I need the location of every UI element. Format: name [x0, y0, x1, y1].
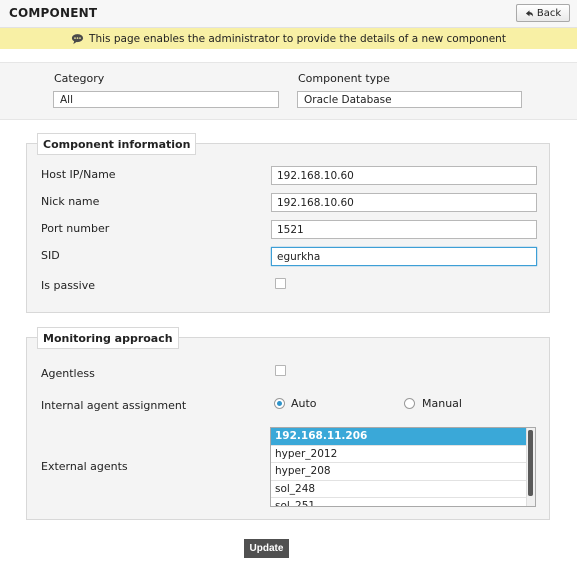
nick-name-label: Nick name — [41, 195, 100, 208]
monitoring-approach-legend: Monitoring approach — [37, 327, 179, 349]
sid-label: SID — [41, 249, 60, 262]
host-label: Host IP/Name — [41, 168, 116, 181]
list-option[interactable]: 192.168.11.206 — [271, 428, 527, 446]
category-field[interactable] — [53, 91, 279, 108]
component-type-field[interactable] — [297, 91, 522, 108]
manual-radio-label: Manual — [422, 397, 462, 410]
page-header: COMPONENT Back — [0, 0, 577, 28]
info-bar: This page enables the administrator to p… — [0, 28, 577, 49]
port-number-label: Port number — [41, 222, 110, 235]
host-input[interactable] — [271, 166, 537, 185]
info-message: This page enables the administrator to p… — [89, 32, 506, 45]
internal-agent-assignment-label: Internal agent assignment — [41, 399, 187, 412]
speech-bubble-icon — [71, 33, 84, 44]
external-agents-listbox[interactable]: 192.168.11.206 hyper_2012 hyper_208 sol_… — [270, 427, 536, 507]
listbox-scrollbar[interactable] — [526, 428, 535, 506]
external-agents-label: External agents — [41, 460, 128, 473]
list-option[interactable]: hyper_2012 — [271, 446, 527, 463]
is-passive-label: Is passive — [41, 279, 95, 292]
port-number-input[interactable] — [271, 220, 537, 239]
scrollbar-thumb[interactable] — [528, 430, 533, 496]
auto-radio-label: Auto — [291, 397, 317, 410]
agentless-checkbox[interactable] — [275, 365, 286, 376]
back-button-label: Back — [536, 7, 562, 19]
nick-name-input[interactable] — [271, 193, 537, 212]
auto-radio[interactable] — [274, 398, 285, 409]
component-information-legend: Component information — [37, 133, 197, 155]
page-title: COMPONENT — [9, 6, 98, 20]
component-type-label: Component type — [298, 72, 390, 85]
manual-radio[interactable] — [404, 398, 415, 409]
agentless-label: Agentless — [41, 367, 95, 380]
category-row: Category Component type — [0, 62, 577, 120]
sid-input[interactable] — [271, 247, 537, 266]
monitoring-approach-section: Monitoring approach Agentless Internal a… — [26, 327, 550, 520]
back-arrow-icon — [525, 9, 533, 17]
list-option[interactable]: sol_251 — [271, 498, 527, 506]
list-option[interactable]: hyper_208 — [271, 463, 527, 481]
component-information-section: Component information Host IP/Name Nick … — [26, 133, 550, 313]
is-passive-checkbox[interactable] — [275, 278, 286, 289]
update-button[interactable]: Update — [244, 539, 289, 558]
list-option[interactable]: sol_248 — [271, 481, 527, 498]
category-label: Category — [54, 72, 105, 85]
back-button[interactable]: Back — [516, 4, 570, 22]
